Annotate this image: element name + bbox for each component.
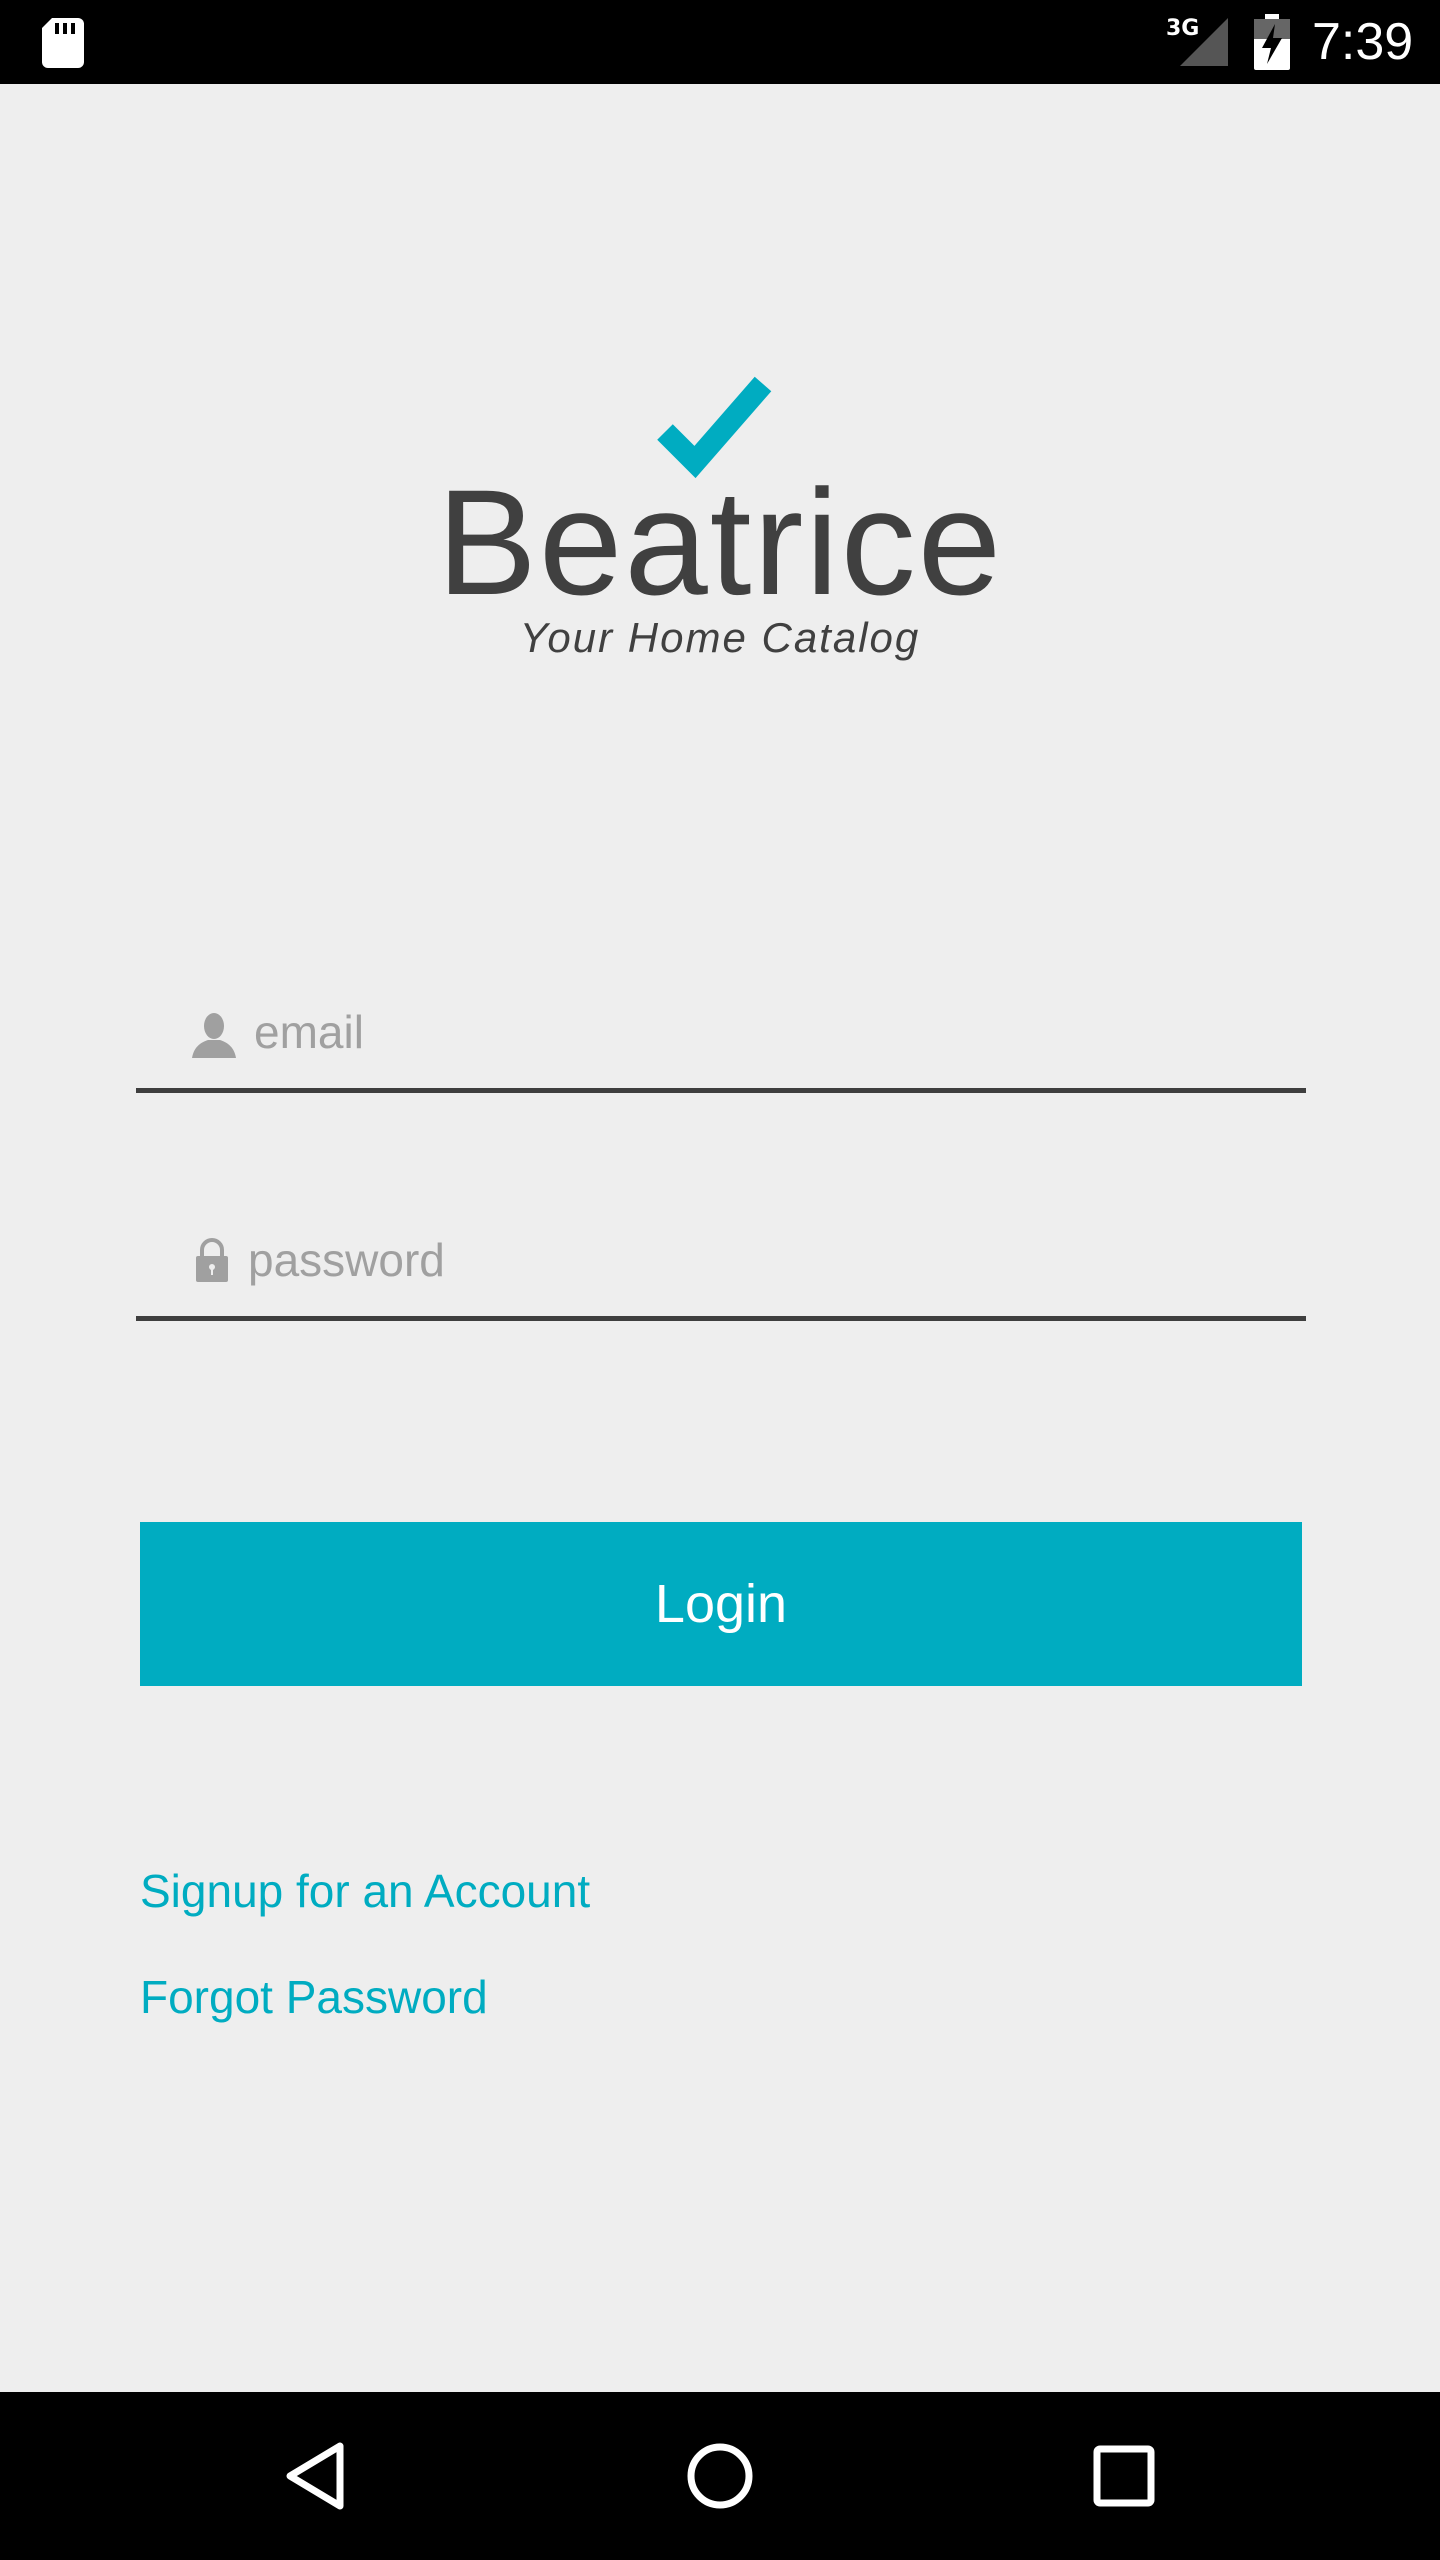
home-icon	[687, 2443, 753, 2509]
lock-icon	[196, 1238, 228, 1282]
login-button[interactable]: Login	[140, 1522, 1302, 1686]
signal-icon	[1180, 18, 1228, 66]
back-button[interactable]	[256, 2416, 376, 2536]
password-input[interactable]	[248, 1224, 1248, 1296]
navigation-bar	[0, 2392, 1440, 2560]
app-logo: Beatrice Your Home Catalog	[0, 370, 1440, 690]
app-name: Beatrice	[436, 458, 1004, 626]
email-input[interactable]	[254, 996, 1254, 1068]
password-field[interactable]	[136, 1206, 1306, 1321]
battery-charging-icon	[1254, 14, 1290, 70]
status-bar: 3G 7:39	[0, 0, 1440, 84]
signup-link[interactable]: Signup for an Account	[140, 1864, 590, 1918]
sd-card-icon	[42, 18, 84, 68]
forgot-password-link[interactable]: Forgot Password	[140, 1970, 488, 2024]
app-tagline: Your Home Catalog	[519, 614, 921, 661]
recents-button[interactable]	[1064, 2416, 1184, 2536]
back-icon	[286, 2442, 344, 2510]
email-field[interactable]	[136, 978, 1306, 1093]
clock: 7:39	[1312, 13, 1414, 71]
home-button[interactable]	[660, 2416, 780, 2536]
person-icon	[192, 1013, 236, 1058]
login-screen: 3G 7:39 Beatrice Your Home Catalog email…	[0, 0, 1440, 2560]
recents-icon	[1093, 2445, 1155, 2507]
